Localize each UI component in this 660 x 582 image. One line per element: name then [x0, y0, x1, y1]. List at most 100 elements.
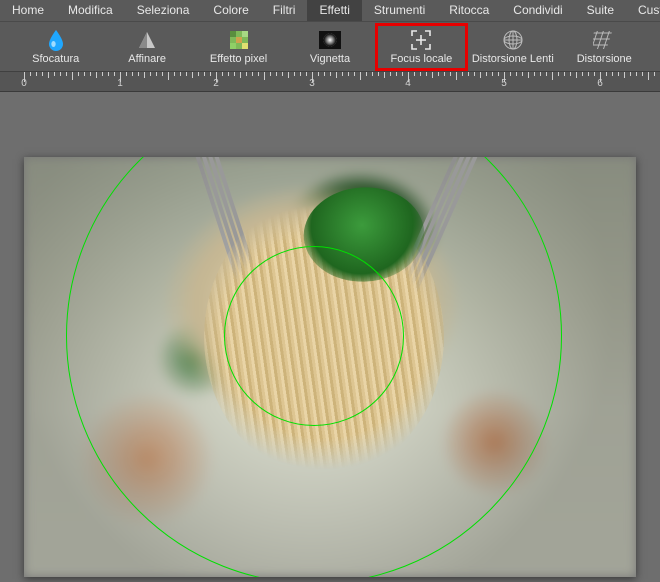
- ruler-tick: [618, 72, 619, 76]
- lens-button[interactable]: Distorsione Lenti: [467, 24, 558, 70]
- ruler-tick: [540, 72, 541, 76]
- tool-label: Focus locale: [391, 53, 453, 65]
- ruler-tick: [480, 72, 481, 78]
- canvas-image[interactable]: [24, 157, 636, 577]
- ruler-tick: [642, 72, 643, 76]
- ruler-tick: [42, 72, 43, 76]
- ruler-tick: [270, 72, 271, 76]
- pixel-button[interactable]: Effetto pixel: [193, 24, 284, 70]
- ruler-tick: [390, 72, 391, 76]
- ruler-tick: [30, 72, 31, 76]
- ruler-number: 6: [597, 78, 603, 89]
- menu-strumenti[interactable]: Strumenti: [362, 0, 437, 21]
- ruler-tick: [90, 72, 91, 76]
- ruler-tick: [516, 72, 517, 76]
- pixel-icon: [229, 29, 249, 51]
- blur-button[interactable]: Sfocatura: [10, 24, 101, 70]
- menu-seleziona[interactable]: Seleziona: [125, 0, 202, 21]
- ruler-tick: [486, 72, 487, 76]
- ruler-tick: [534, 72, 535, 76]
- menu-condividi[interactable]: Condividi: [501, 0, 574, 21]
- ruler-tick: [186, 72, 187, 76]
- localfocus-button[interactable]: Focus locale: [376, 24, 467, 70]
- menu-filtri[interactable]: Filtri: [261, 0, 308, 21]
- ruler-tick: [78, 72, 79, 76]
- lens-icon: [502, 29, 524, 51]
- ruler-number: 1: [117, 78, 123, 89]
- ruler-tick: [348, 72, 349, 76]
- ruler-tick: [180, 72, 181, 76]
- ruler-tick: [396, 72, 397, 76]
- ruler-tick: [162, 72, 163, 76]
- menu-ritocca[interactable]: Ritocca: [437, 0, 501, 21]
- canvas-area[interactable]: [0, 92, 660, 582]
- tool-label: Vignetta: [310, 53, 350, 65]
- ruler-tick: [360, 72, 361, 80]
- ruler-tick: [636, 72, 637, 76]
- ruler-tick: [342, 72, 343, 76]
- tool-label: Distorsione Lenti: [472, 53, 554, 65]
- ruler-number: 5: [501, 78, 507, 89]
- ruler-tick: [132, 72, 133, 76]
- ruler-tick: [198, 72, 199, 76]
- ruler-tick: [522, 72, 523, 76]
- ruler-tick: [258, 72, 259, 76]
- ruler-tick: [150, 72, 151, 76]
- sharpen-button[interactable]: Affinare: [101, 24, 192, 70]
- ruler-tick: [450, 72, 451, 76]
- vignette-icon: [319, 29, 341, 51]
- menu-modifica[interactable]: Modifica: [56, 0, 125, 21]
- ruler-tick: [474, 72, 475, 76]
- ruler-tick: [432, 72, 433, 78]
- ruler-tick: [558, 72, 559, 76]
- ruler-tick: [324, 72, 325, 76]
- ruler-tick: [60, 72, 61, 76]
- vignette-button[interactable]: Vignetta: [284, 24, 375, 70]
- menu-effetti[interactable]: Effetti: [307, 0, 361, 21]
- ruler-tick: [294, 72, 295, 76]
- ruler-tick: [468, 72, 469, 76]
- ruler-tick: [336, 72, 337, 78]
- tool-label: Effetto pixel: [210, 53, 267, 65]
- ruler-tick: [144, 72, 145, 78]
- menu-suite[interactable]: Suite: [575, 0, 626, 21]
- ruler-tick: [426, 72, 427, 76]
- menu-home[interactable]: Home: [0, 0, 56, 21]
- ruler-tick: [606, 72, 607, 76]
- distort-button[interactable]: Distorsione: [559, 24, 650, 70]
- ruler-tick: [492, 72, 493, 76]
- ruler-tick: [288, 72, 289, 78]
- ruler-tick: [456, 72, 457, 80]
- ruler-tick: [222, 72, 223, 76]
- ruler-tick: [138, 72, 139, 76]
- ruler-tick: [210, 72, 211, 76]
- ruler-tick: [498, 72, 499, 76]
- ruler-tick: [582, 72, 583, 76]
- ruler-tick: [252, 72, 253, 76]
- ruler-tick: [282, 72, 283, 76]
- ruler-tick: [108, 72, 109, 76]
- ruler-tick: [306, 72, 307, 76]
- ruler-tick: [228, 72, 229, 76]
- ruler-tick: [276, 72, 277, 76]
- ruler-tick: [114, 72, 115, 76]
- ruler-tick: [96, 72, 97, 78]
- ruler-tick: [378, 72, 379, 76]
- ruler-tick: [36, 72, 37, 76]
- ruler-number: 0: [21, 78, 27, 89]
- ruler-tick: [168, 72, 169, 80]
- ruler-tick: [654, 72, 655, 76]
- ruler-tick: [156, 72, 157, 76]
- ruler-tick: [462, 72, 463, 76]
- menu-cust[interactable]: Cust: [626, 0, 660, 21]
- ruler-tick: [414, 72, 415, 76]
- ruler-tick: [510, 72, 511, 76]
- tool-label: Distorsione: [577, 53, 632, 65]
- ruler-tick: [354, 72, 355, 76]
- ruler-tick: [570, 72, 571, 76]
- ruler-tick: [204, 72, 205, 76]
- ruler-tick: [612, 72, 613, 76]
- menubar: HomeModificaSelezionaColoreFiltriEffetti…: [0, 0, 660, 22]
- ruler-tick: [48, 72, 49, 78]
- menu-colore[interactable]: Colore: [201, 0, 260, 21]
